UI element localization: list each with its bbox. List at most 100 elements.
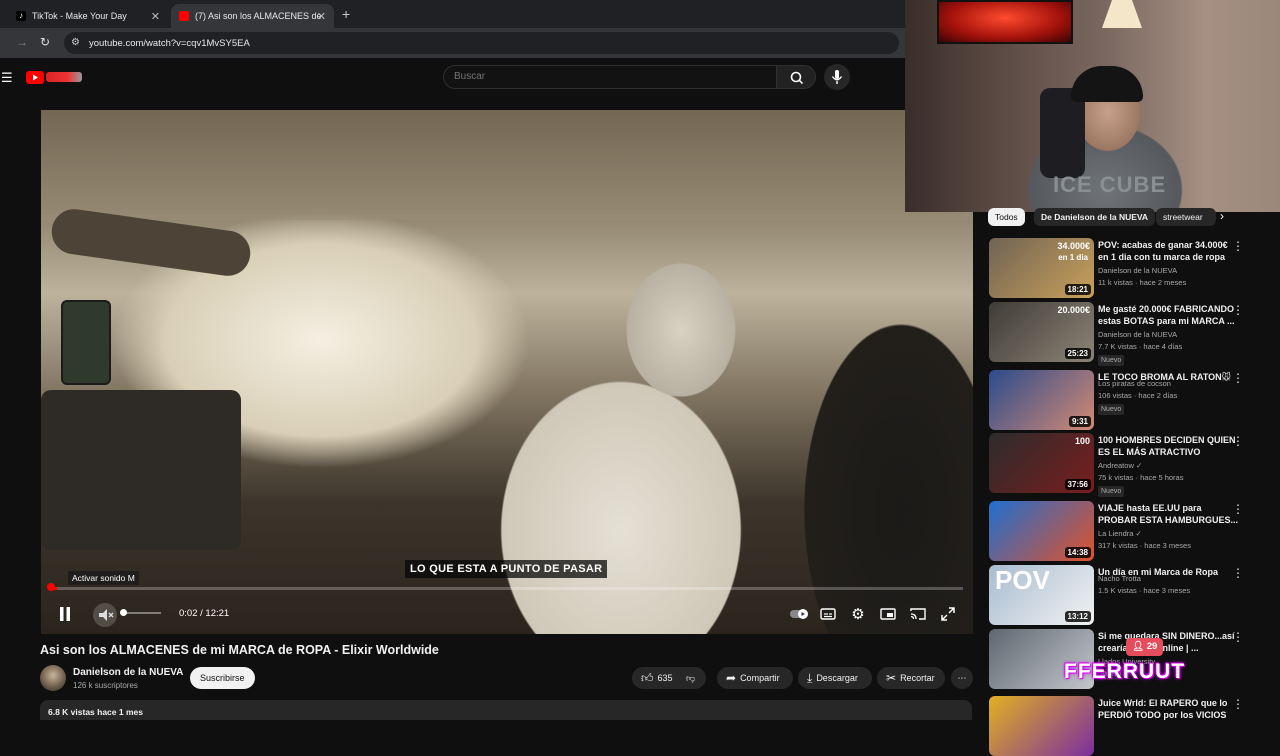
site-settings-icon[interactable]: ⚙ <box>71 37 80 48</box>
url-text[interactable]: youtube.com/watch?v=cqv1MvSY5EA <box>89 38 250 49</box>
youtube-header: ☰ <box>0 58 905 100</box>
recommendation-item[interactable]: POV 13:12 Un día en mi Marca de Ropa Nacho … <box>989 565 1269 625</box>
recommendation-channel[interactable]: La Liendra ✓ <box>1098 529 1142 538</box>
channel-name[interactable]: Danielson de la NUEVA <box>73 667 183 678</box>
recommendation-channel[interactable]: Nacho Trotta <box>1098 574 1141 583</box>
new-badge: Nuevo <box>1098 355 1125 366</box>
recommendation-item[interactable]: 100 37:56 100 HOMBRES DECIDEN QUIEN ES EL … <box>989 433 1269 497</box>
chip-channel[interactable]: De Danielson de la NUEVA <box>1034 208 1156 226</box>
search-button[interactable] <box>776 65 816 89</box>
pause-button[interactable] <box>54 603 76 625</box>
more-vert-icon[interactable]: ⋮ <box>1232 630 1244 644</box>
recommendation-title[interactable]: POV: acabas de ganar 34.000€ en 1 dia co… <box>1098 239 1238 263</box>
views-and-date: 6.8 K vistas hace 1 mes <box>48 707 143 717</box>
recommendation-channel[interactable]: Danielson de la NUEVA <box>1098 330 1177 339</box>
search-input[interactable] <box>454 71 754 82</box>
follower-count-badge: 👤︎ 29 <box>1126 638 1164 656</box>
video-thumbnail[interactable]: 9:31 <box>989 370 1094 430</box>
description-box[interactable]: 6.8 K vistas hace 1 mes <box>40 700 972 720</box>
scissors-icon: ✂ <box>886 671 897 685</box>
new-tab-button[interactable]: + <box>342 6 350 22</box>
thumbs-down-icon[interactable]: 👎︎ <box>686 667 695 689</box>
voice-search-button[interactable] <box>824 64 850 90</box>
tab-youtube[interactable]: (7) Asi son los ALMACENES de ✕ <box>171 4 334 28</box>
chevron-right-icon[interactable]: › <box>1220 209 1224 223</box>
more-vert-icon[interactable]: ⋮ <box>1232 502 1244 516</box>
recommendation-item[interactable]: 34.000€ en 1 dia 18:21 POV: acabas de ganar… <box>989 238 1269 298</box>
car-roof <box>41 110 973 220</box>
cast-button[interactable] <box>907 603 929 625</box>
more-vert-icon[interactable]: ⋮ <box>1232 566 1244 580</box>
recommendation-channel[interactable]: Andreatow ✓ <box>1098 461 1142 470</box>
thumbnail-text: 100 <box>1074 436 1090 446</box>
menu-icon[interactable]: ☰ <box>1 70 13 86</box>
duration-badge: 37:56 <box>1064 479 1091 490</box>
miniplayer-button[interactable] <box>877 603 899 625</box>
youtube-logo-icon[interactable] <box>26 71 44 84</box>
recommendation-item[interactable]: 9:31 LE TOCO BROMA AL RATON🐭 Los piratas d… <box>989 370 1269 430</box>
more-vert-icon[interactable]: ⋮ <box>1232 697 1244 711</box>
lamp-shade <box>1102 0 1142 28</box>
video-player[interactable]: LO QUE ESTA A PUNTO DE PASAR Activar son… <box>41 110 973 634</box>
chip-streetwear[interactable]: streetwear <box>1156 208 1216 226</box>
search-box[interactable] <box>443 65 777 89</box>
more-vert-icon[interactable]: ⋮ <box>1232 303 1244 317</box>
reload-icon[interactable]: ↻ <box>40 35 50 49</box>
progress-scrubber[interactable] <box>47 583 55 591</box>
autoplay-toggle[interactable] <box>788 603 810 625</box>
video-thumbnail[interactable] <box>989 696 1094 756</box>
progress-bar[interactable] <box>51 587 963 590</box>
subtitles-button[interactable] <box>817 603 839 625</box>
volume-knob[interactable] <box>120 609 127 616</box>
video-thumbnail[interactable]: POV 13:12 <box>989 565 1094 625</box>
recommendation-item[interactable]: 14:38 VIAJE hasta EE.UU para PROBAR ESTA … <box>989 501 1269 561</box>
more-vert-icon[interactable]: ⋮ <box>1232 239 1244 253</box>
close-tab-icon[interactable]: ✕ <box>151 10 160 23</box>
duration-badge: 13:12 <box>1064 611 1091 622</box>
mute-button[interactable] <box>93 603 117 627</box>
thumbnail-text: POV <box>995 565 1050 595</box>
omnibox[interactable]: ⚙ youtube.com/watch?v=cqv1MvSY5EA <box>64 32 899 54</box>
recommendation-title[interactable]: Juice Wrld: El RAPERO que lo PERDIÓ TODO… <box>1098 697 1238 721</box>
recommendation-channel[interactable]: Danielson de la NUEVA <box>1098 266 1177 275</box>
search-icon <box>790 71 804 85</box>
download-label: Descargar <box>816 673 858 683</box>
recommendation-title[interactable]: Me gasté 20.000€ FABRICANDO estas BOTAS … <box>1098 303 1238 327</box>
more-vert-icon[interactable]: ⋮ <box>1232 434 1244 448</box>
video-thumbnail[interactable]: 34.000€ en 1 dia 18:21 <box>989 238 1094 298</box>
close-tab-icon[interactable]: ✕ <box>317 10 326 23</box>
gear-icon: ⚙ <box>851 606 865 623</box>
exit-fullscreen-button[interactable] <box>937 603 959 625</box>
recommendation-title[interactable]: 100 HOMBRES DECIDEN QUIEN ES EL MÁS ATRA… <box>1098 434 1238 458</box>
recommendation-title[interactable]: VIAJE hasta EE.UU para PROBAR ESTA HAMBU… <box>1098 502 1238 526</box>
forward-icon[interactable]: → <box>16 35 28 49</box>
channel-avatar[interactable] <box>40 665 66 691</box>
subtitles-icon <box>820 608 836 620</box>
duration-badge: 18:21 <box>1064 284 1091 295</box>
thumbs-up-icon[interactable]: 👍︎ <box>641 667 654 689</box>
shirt-print: ICE CUBE <box>1053 172 1167 197</box>
volume-slider[interactable] <box>125 612 161 614</box>
recommendation-item[interactable]: Juice Wrld: El RAPERO que lo PERDIÓ TODO… <box>989 696 1269 756</box>
subscribe-button[interactable]: Suscribirse <box>190 667 255 689</box>
clip-button[interactable]: ✂ Recortar <box>877 667 945 689</box>
settings-button[interactable]: ⚙ <box>847 603 869 625</box>
recommendation-meta: 106 vistas · hace 2 días <box>1098 391 1178 400</box>
download-button[interactable]: ⤓ Descargar <box>798 667 872 689</box>
thumbnail-text: 34.000€ <box>1057 241 1090 251</box>
like-count[interactable]: 635 <box>658 667 673 689</box>
recommendation-item[interactable]: 20.000€ 25:23 Me gasté 20.000€ FABRICANDO … <box>989 302 1269 366</box>
more-actions-button[interactable]: ⋯ <box>951 667 973 689</box>
share-button[interactable]: ➦ Compartir <box>717 667 793 689</box>
video-thumbnail[interactable]: 100 37:56 <box>989 433 1094 493</box>
cast-icon <box>910 608 926 620</box>
miniplayer-icon <box>880 608 896 620</box>
recommendation-channel[interactable]: Los piratas de cocson <box>1098 379 1171 388</box>
recommendation-title[interactable]: Si me quedara SIN DINERO...así crearía .… <box>1098 630 1238 654</box>
video-thumbnail[interactable]: 20.000€ 25:23 <box>989 302 1094 362</box>
video-thumbnail[interactable]: 14:38 <box>989 501 1094 561</box>
more-vert-icon[interactable]: ⋮ <box>1232 371 1244 385</box>
clip-label: Recortar <box>900 673 935 683</box>
tab-tiktok[interactable]: ♪ TikTok - Make Your Day ✕ <box>8 4 168 28</box>
chip-todos[interactable]: Todos <box>988 208 1025 226</box>
